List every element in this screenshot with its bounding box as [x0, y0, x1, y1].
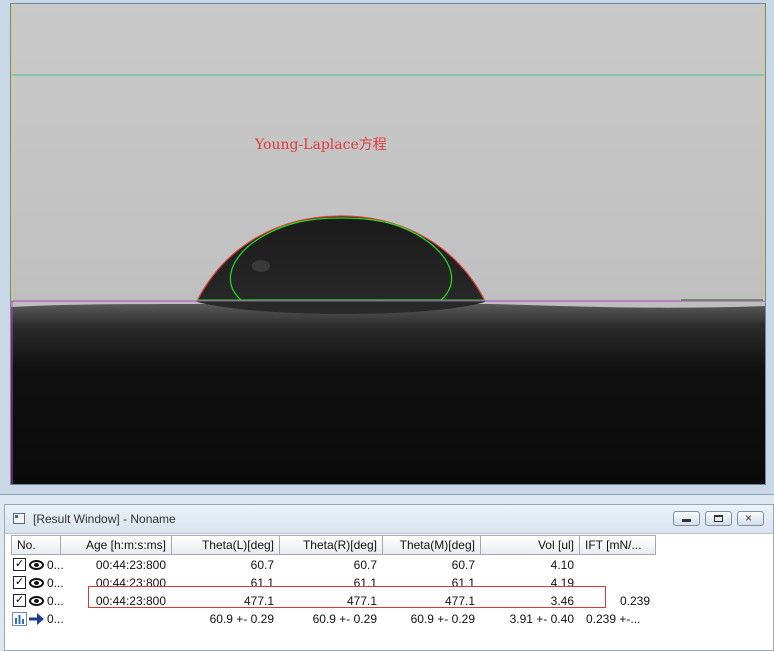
cell-age: [61, 610, 172, 628]
cell-ift-mean: 0.239 +-...: [586, 612, 641, 626]
eye-icon[interactable]: [29, 578, 44, 588]
cell-vol: 3.46: [550, 594, 574, 608]
cell-theta-l-mean: 60.9 +- 0.29: [209, 612, 274, 626]
checkbox-checked-icon[interactable]: ✓: [13, 594, 26, 607]
result-window-title: [Result Window] - Noname: [33, 512, 176, 526]
droplet-highlight: [252, 260, 270, 272]
minimize-button[interactable]: [673, 511, 700, 526]
close-icon: ×: [745, 511, 753, 525]
eye-icon[interactable]: [29, 596, 44, 606]
cell-theta-r: 477.1: [346, 594, 377, 608]
cell-theta-m: 61.1: [451, 576, 475, 590]
column-header-vol[interactable]: Vol [ul]: [481, 535, 580, 555]
eye-icon[interactable]: [29, 560, 44, 570]
cell-ift: [580, 574, 656, 592]
checkbox-checked-icon[interactable]: ✓: [13, 558, 26, 571]
checkbox-checked-icon[interactable]: ✓: [13, 576, 26, 589]
summary-row[interactable]: 0... 60.9 +- 0.29 60.9 +- 0.29 60.9 +- 0…: [11, 610, 771, 628]
cell-theta-r: 60.7: [353, 558, 377, 572]
cell-theta-l: 477.1: [243, 594, 274, 608]
cell-ift: [580, 556, 656, 574]
table-row[interactable]: ✓ 0... 00:44:23:800 477.1 477.1 477.1 3.…: [11, 592, 771, 610]
cell-vol-mean: 3.91 +- 0.40: [509, 612, 574, 626]
image-viewer-panel: Young-Laplace方程: [0, 0, 774, 495]
result-window-titlebar[interactable]: [Result Window] - Noname ×: [5, 505, 773, 534]
cell-theta-l: 60.7: [250, 558, 274, 572]
column-header-theta-r[interactable]: Theta(R)[deg]: [280, 535, 383, 555]
cell-vol: 4.19: [550, 576, 574, 590]
camera-image[interactable]: Young-Laplace方程: [10, 3, 766, 485]
cell-theta-m: 477.1: [444, 594, 475, 608]
cell-ift: 0.239: [619, 594, 650, 608]
restore-icon: [714, 515, 723, 522]
minimize-icon: [682, 519, 691, 522]
column-header-theta-m[interactable]: Theta(M)[deg]: [383, 535, 481, 555]
cell-age: 00:44:23:800: [95, 558, 166, 572]
cell-theta-r: 61.1: [353, 576, 377, 590]
cell-theta-m-mean: 60.9 +- 0.29: [410, 612, 475, 626]
result-window: [Result Window] - Noname × No. Age [h:m:…: [4, 504, 774, 651]
table-row[interactable]: ✓ 0... 00:44:23:800 60.7 60.7 60.7 4.10: [11, 556, 771, 574]
drop-image-canvas[interactable]: [11, 4, 766, 485]
cell-theta-l: 61.1: [250, 576, 274, 590]
bar-chart-icon: [12, 612, 27, 626]
young-laplace-label: Young-Laplace方程: [255, 137, 387, 153]
column-header-theta-l[interactable]: Theta(L)[deg]: [172, 535, 280, 555]
cell-age: 00:44:23:800: [95, 576, 166, 590]
column-header-ift[interactable]: IFT [mN/...: [580, 535, 656, 555]
cell-age: 00:44:23:800: [95, 594, 166, 608]
substrate: [11, 304, 765, 484]
column-header-no[interactable]: No.: [11, 535, 61, 555]
arrow-right-icon: [29, 613, 44, 625]
cell-theta-m: 60.7: [451, 558, 475, 572]
close-button[interactable]: ×: [737, 511, 764, 526]
column-header-age[interactable]: Age [h:m:s:ms]: [61, 535, 172, 555]
cell-vol: 4.10: [550, 558, 574, 572]
restore-button[interactable]: [705, 511, 732, 526]
cell-theta-r-mean: 60.9 +- 0.29: [312, 612, 377, 626]
window-app-icon: [13, 513, 25, 524]
table-row[interactable]: ✓ 0... 00:44:23:800 61.1 61.1 61.1 4.19: [11, 574, 771, 592]
